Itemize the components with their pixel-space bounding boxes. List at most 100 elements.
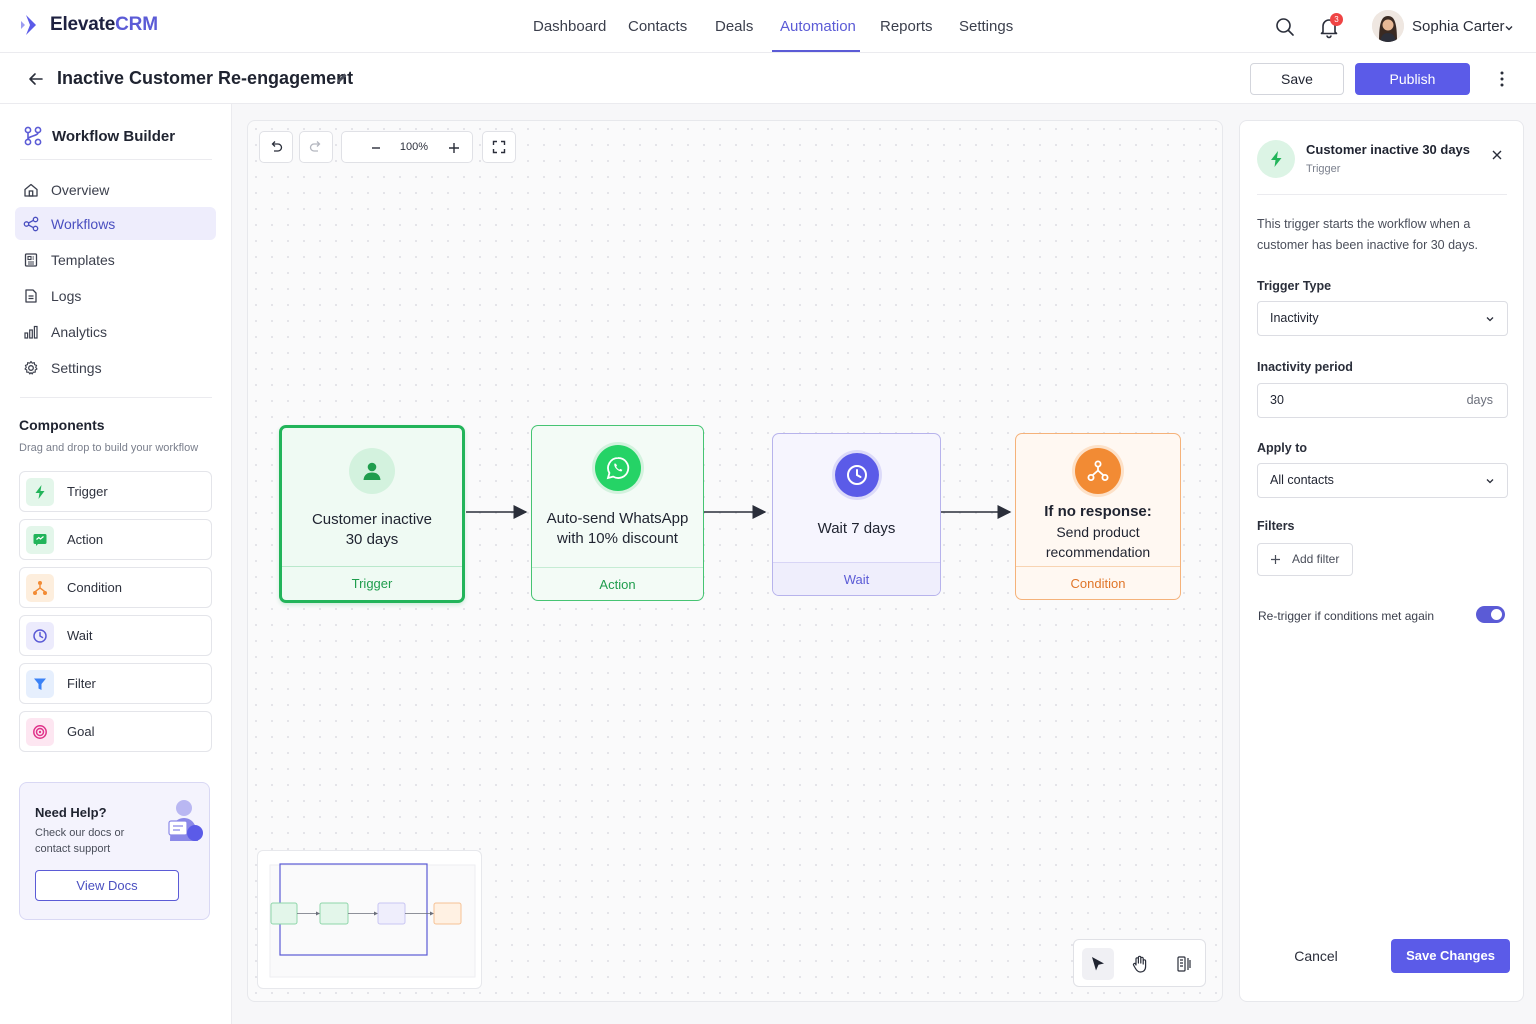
bolt-icon <box>1257 140 1295 178</box>
template-icon <box>24 252 38 267</box>
help-title: Need Help? <box>35 805 107 820</box>
sidebar-item-analytics[interactable]: Analytics <box>15 315 216 348</box>
bolt-icon <box>26 477 54 506</box>
node-title-text: Send product recommendation <box>1045 524 1151 560</box>
node-type-label: Condition <box>1016 566 1180 599</box>
view-docs-button[interactable]: View Docs <box>35 870 179 901</box>
nav-dashboard[interactable]: Dashboard <box>533 0 606 53</box>
zoom-level: 100% <box>399 141 429 153</box>
sidebar-item-workflows[interactable]: Workflows <box>15 207 216 240</box>
pointer-icon[interactable] <box>1082 948 1114 980</box>
save-changes-button[interactable]: Save Changes <box>1391 939 1510 973</box>
hand-icon[interactable] <box>1124 948 1156 980</box>
nav-reports[interactable]: Reports <box>880 0 933 53</box>
sidebar-item-settings[interactable]: Settings <box>15 351 216 384</box>
node-action[interactable]: Auto-send WhatsApp with 10% discount Act… <box>531 425 704 601</box>
component-label: Condition <box>67 580 122 595</box>
component-filter[interactable]: Filter <box>19 663 212 704</box>
more-vertical-icon[interactable] <box>1494 69 1510 89</box>
component-wait[interactable]: Wait <box>19 615 212 656</box>
workflow-header: Inactive Customer Re-engagement Save Pub… <box>0 53 1536 104</box>
brand-logo[interactable]: ElevateCRM <box>20 13 158 37</box>
save-button[interactable]: Save <box>1250 63 1344 95</box>
minimap[interactable] <box>257 850 482 989</box>
branch-icon <box>26 573 54 602</box>
component-label: Trigger <box>67 484 108 499</box>
node-type-label: Trigger <box>282 566 462 600</box>
gear-icon <box>24 360 38 375</box>
trigger-type-select[interactable]: Inactivity <box>1257 301 1508 336</box>
plus-icon <box>1271 555 1280 564</box>
zoom-in-icon[interactable] <box>446 140 462 156</box>
panel-subtitle: Trigger <box>1306 163 1341 175</box>
retrigger-toggle[interactable] <box>1476 606 1505 623</box>
node-title-bold: If no response: <box>1044 503 1152 520</box>
divider <box>20 159 212 160</box>
sidebar-item-label: Overview <box>51 181 110 198</box>
filter-icon <box>26 669 54 698</box>
user-name[interactable]: Sophia Carter <box>1412 18 1505 35</box>
cancel-button[interactable]: Cancel <box>1276 939 1356 973</box>
brand-name: ElevateCRM <box>50 14 158 35</box>
node-title: Wait 7 days <box>817 520 896 537</box>
add-filter-button[interactable]: Add filter <box>1257 543 1353 576</box>
notification-badge: 3 <box>1330 13 1343 26</box>
properties-panel: Customer inactive 30 days Trigger This t… <box>1239 120 1524 1002</box>
avatar[interactable] <box>1372 10 1404 42</box>
redo-icon[interactable] <box>299 131 333 163</box>
undo-icon[interactable] <box>259 131 293 163</box>
sidebar-item-templates[interactable]: Templates <box>15 243 216 276</box>
fullscreen-icon[interactable] <box>482 131 516 163</box>
top-navbar: ElevateCRM Dashboard Contacts Deals Auto… <box>0 0 1536 53</box>
whatsapp-icon <box>594 445 641 491</box>
component-label: Goal <box>67 724 95 739</box>
nav-deals[interactable]: Deals <box>715 0 753 53</box>
nav-automation[interactable]: Automation <box>780 0 856 53</box>
sidebar-item-label: Settings <box>51 359 102 376</box>
apply-to-label: Apply to <box>1257 441 1307 455</box>
chevron-down-icon <box>1486 317 1494 322</box>
help-card: Need Help? Check our docs or contact sup… <box>19 782 210 920</box>
node-trigger[interactable]: Customer inactive 30 days Trigger <box>279 425 465 603</box>
inactivity-period-input[interactable]: 30 days <box>1257 383 1508 418</box>
sidebar-item-logs[interactable]: Logs <box>15 279 216 312</box>
toggle-knob <box>1491 609 1502 620</box>
divider <box>1257 194 1507 195</box>
log-icon <box>25 288 37 303</box>
components-subtitle: Drag and drop to build your workflow <box>19 442 199 454</box>
trigger-type-label: Trigger Type <box>1257 279 1332 293</box>
search-icon[interactable] <box>1274 16 1296 38</box>
publish-button[interactable]: Publish <box>1355 63 1470 95</box>
workflow-builder-icon <box>24 126 42 146</box>
component-action[interactable]: Action <box>19 519 212 560</box>
component-trigger[interactable]: Trigger <box>19 471 212 512</box>
component-condition[interactable]: Condition <box>19 567 212 608</box>
properties-panel-icon[interactable] <box>1168 948 1200 980</box>
inactivity-period-value: 30 <box>1270 393 1284 407</box>
workflow-icon <box>23 216 39 231</box>
component-goal[interactable]: Goal <box>19 711 212 752</box>
clock-icon <box>26 621 54 650</box>
node-wait[interactable]: Wait 7 days Wait <box>772 433 941 596</box>
canvas-tools <box>1073 939 1206 987</box>
node-condition[interactable]: If no response: Send product recommendat… <box>1015 433 1181 600</box>
sidebar-item-label: Workflows <box>51 215 116 232</box>
close-icon[interactable] <box>1490 148 1504 162</box>
zoom-out-icon[interactable] <box>364 140 388 156</box>
pencil-icon[interactable] <box>334 70 350 86</box>
sidebar-item-overview[interactable]: Overview <box>15 173 216 206</box>
nav-settings[interactable]: Settings <box>959 0 1013 53</box>
back-arrow-icon[interactable] <box>26 69 46 89</box>
panel-description: This trigger starts the workflow when a … <box>1257 217 1478 252</box>
apply-to-select[interactable]: All contacts <box>1257 463 1508 498</box>
inactivity-unit: days <box>1466 393 1493 407</box>
trigger-type-value: Inactivity <box>1270 311 1319 325</box>
components-title: Components <box>19 417 105 433</box>
sidebar-item-label: Analytics <box>51 323 108 340</box>
sidebar-item-label: Logs <box>51 287 82 304</box>
chevron-down-icon[interactable] <box>1503 22 1515 34</box>
nav-contacts[interactable]: Contacts <box>628 0 687 53</box>
active-nav-indicator <box>772 50 860 52</box>
support-illustration-icon <box>164 797 204 845</box>
component-label: Filter <box>67 676 96 691</box>
